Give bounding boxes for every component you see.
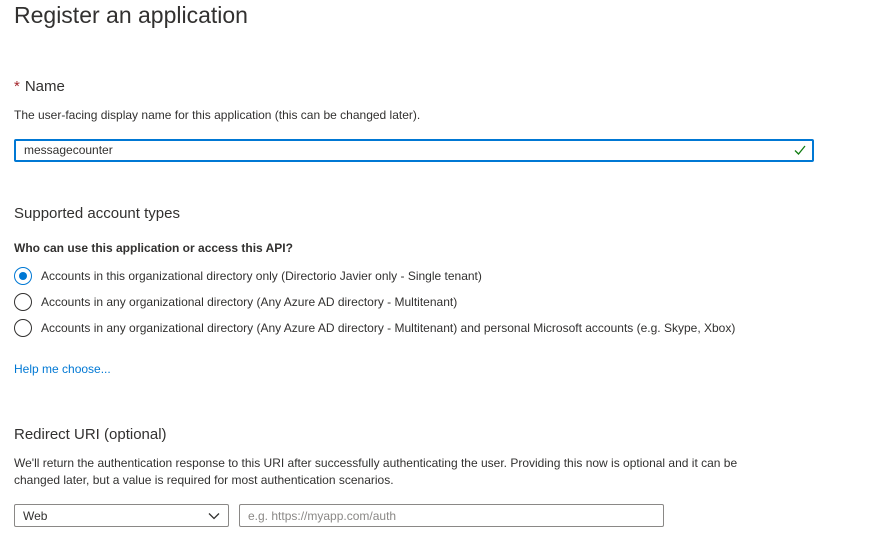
radio-button[interactable]: [14, 293, 32, 311]
radio-label[interactable]: Accounts in this organizational director…: [41, 269, 482, 283]
radio-option-single-tenant[interactable]: Accounts in this organizational director…: [14, 267, 482, 285]
account-types-question: Who can use this application or access t…: [14, 241, 293, 255]
name-heading: * Name: [14, 78, 65, 95]
account-types-heading: Supported account types: [14, 205, 180, 222]
name-input-value[interactable]: messagecounter: [24, 143, 113, 157]
radio-button-checked[interactable]: [14, 267, 32, 285]
page-title: Register an application: [14, 2, 248, 28]
chevron-down-icon[interactable]: [208, 511, 220, 521]
platform-select[interactable]: Web: [14, 504, 229, 527]
name-input[interactable]: messagecounter: [14, 139, 814, 162]
redirect-uri-description-line1: We'll return the authentication response…: [14, 456, 738, 470]
register-app-page: Register an application * Name The user-f…: [0, 0, 870, 555]
redirect-uri-heading: Redirect URI (optional): [14, 426, 167, 443]
help-me-choose-link[interactable]: Help me choose...: [14, 362, 111, 376]
required-marker: *: [14, 78, 20, 95]
radio-option-multitenant[interactable]: Accounts in any organizational directory…: [14, 293, 457, 311]
radio-button[interactable]: [14, 319, 32, 337]
check-icon: [794, 145, 806, 155]
platform-select-value[interactable]: Web: [23, 509, 47, 523]
redirect-uri-input[interactable]: [239, 504, 664, 527]
redirect-uri-description-line2: changed later, but a value is required f…: [14, 473, 394, 487]
radio-label[interactable]: Accounts in any organizational directory…: [41, 321, 735, 335]
radio-label[interactable]: Accounts in any organizational directory…: [41, 295, 457, 309]
name-description: The user-facing display name for this ap…: [14, 108, 421, 122]
name-heading-label: Name: [24, 78, 65, 95]
radio-option-multitenant-personal[interactable]: Accounts in any organizational directory…: [14, 319, 735, 337]
